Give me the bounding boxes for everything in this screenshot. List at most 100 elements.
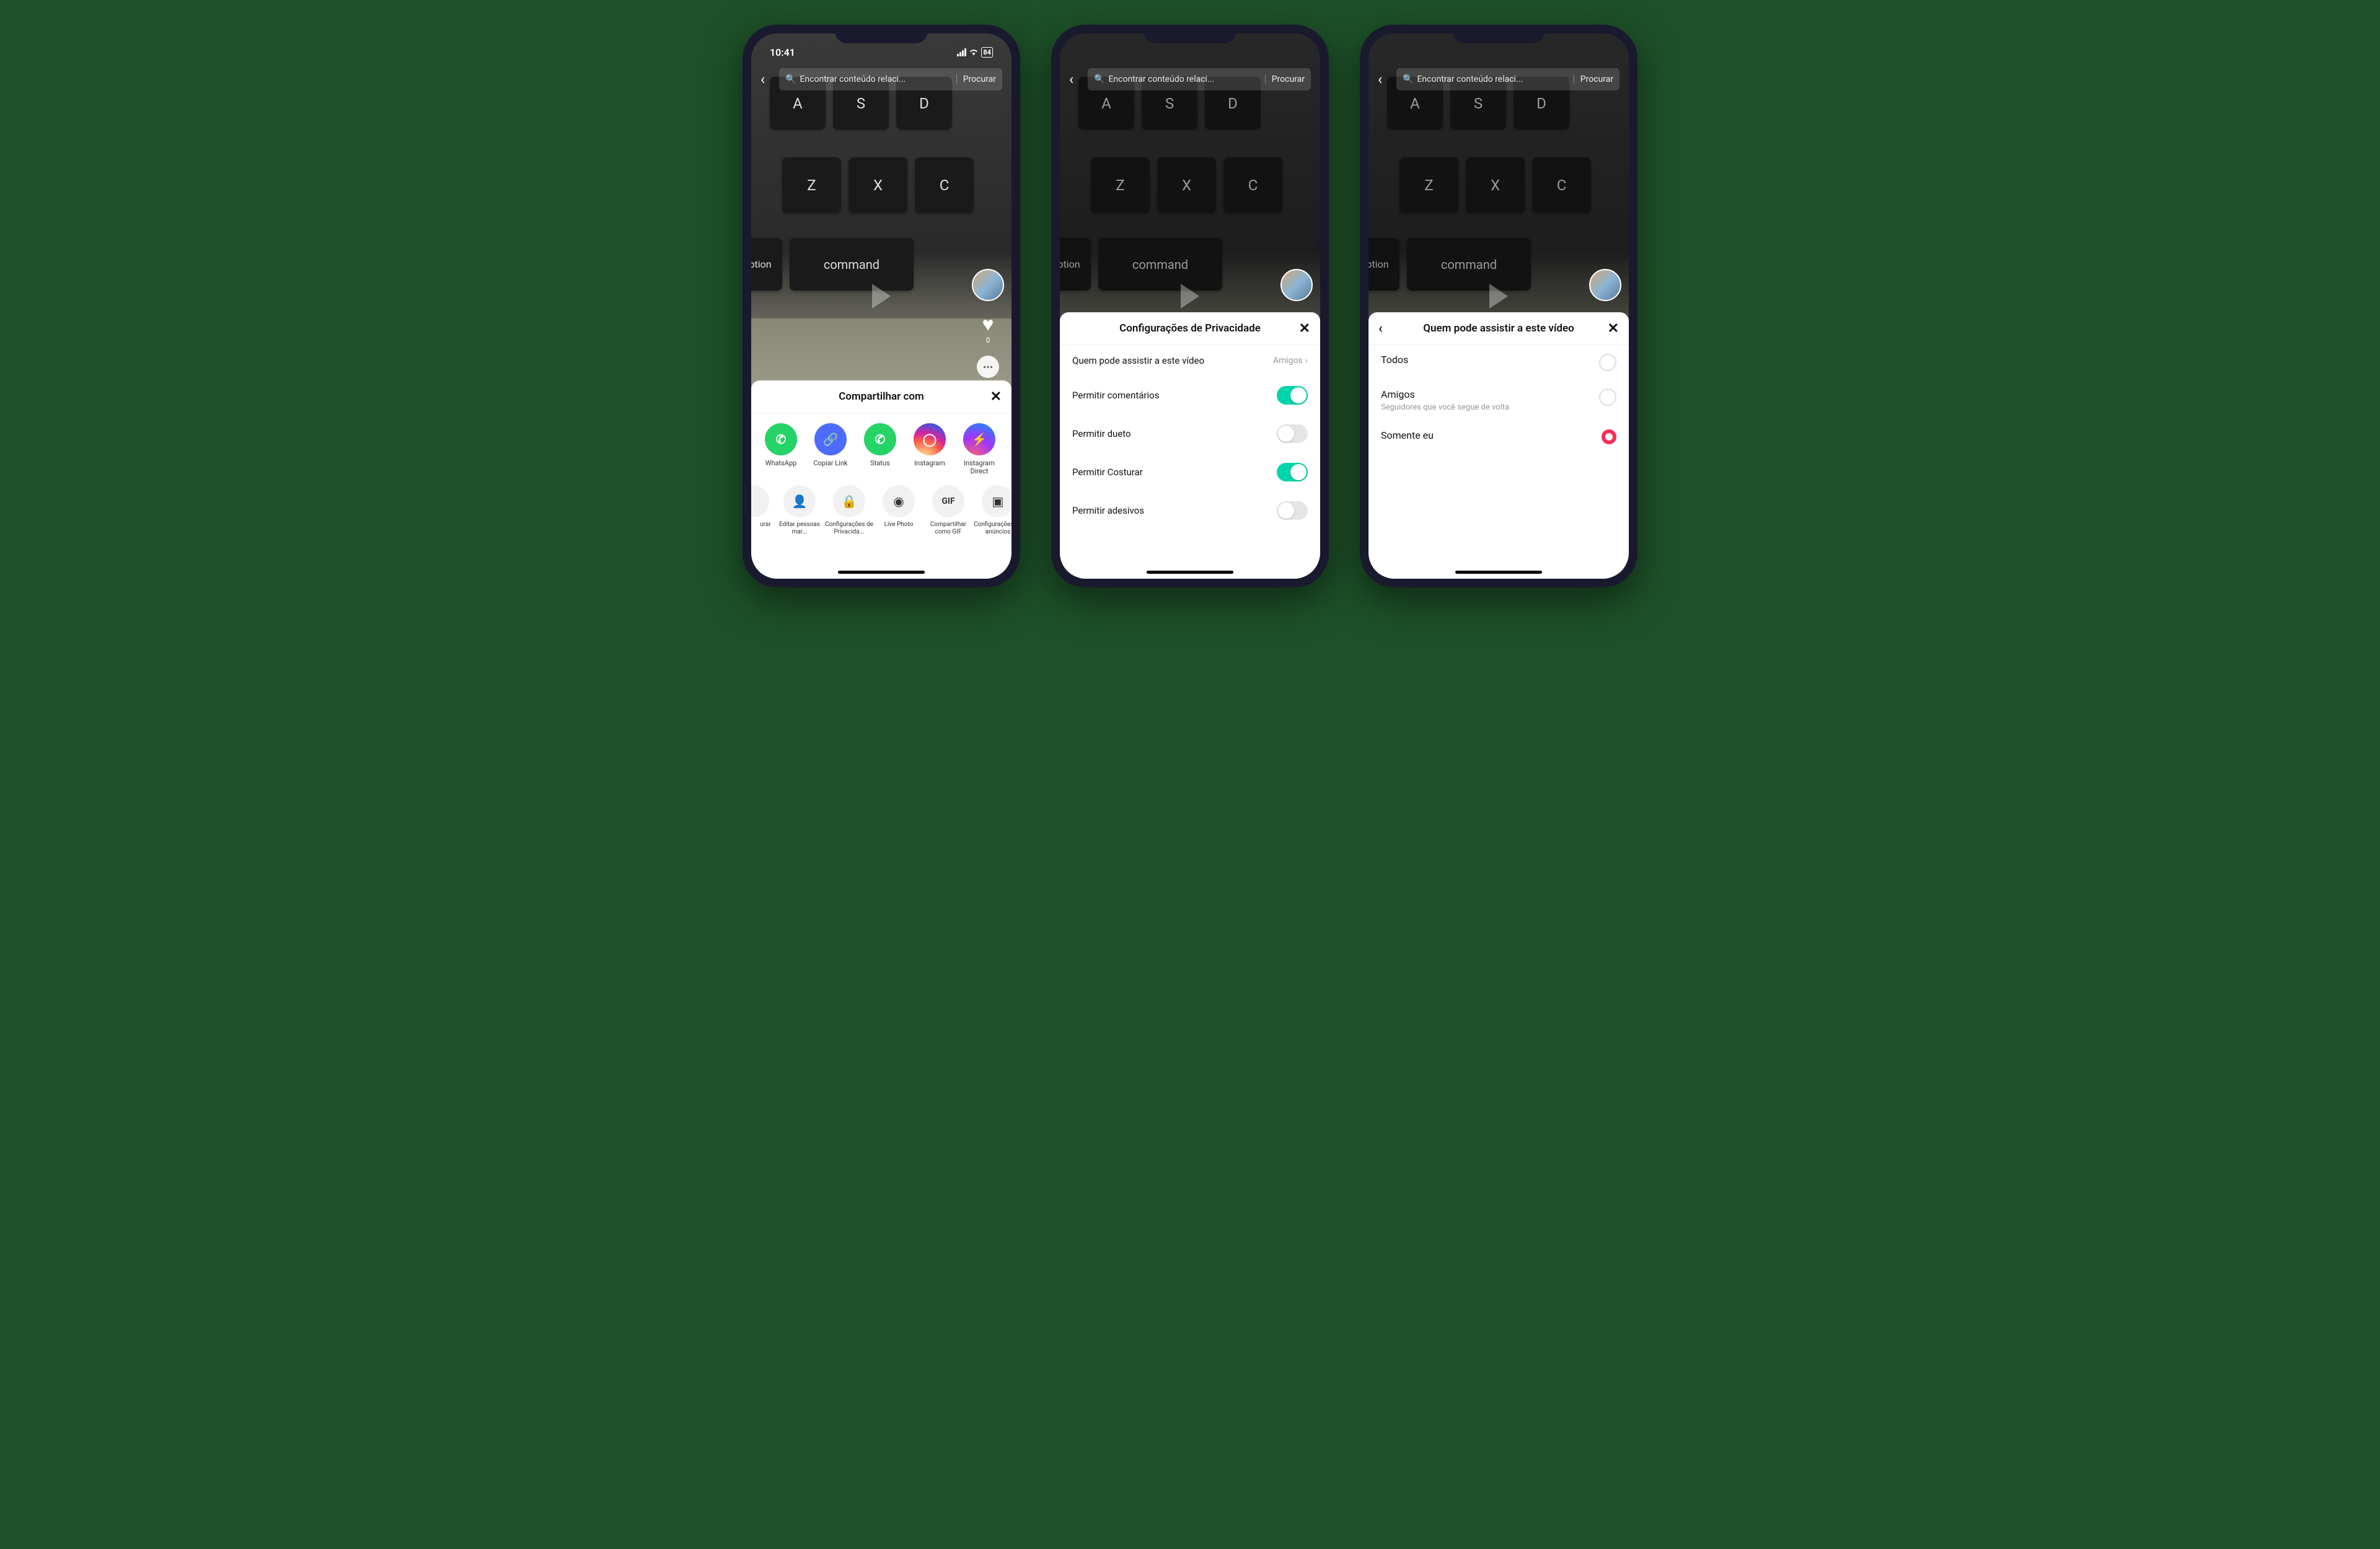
notch: [1452, 25, 1545, 43]
action-partial[interactable]: urar: [756, 485, 775, 536]
notch: [1144, 25, 1236, 43]
avatar[interactable]: [1280, 269, 1313, 301]
play-icon[interactable]: [1181, 284, 1199, 309]
notch: [835, 25, 928, 43]
phone-frame-1: A S D Z X C option command 10:41 84: [743, 25, 1020, 587]
share-whatsapp[interactable]: ✆ WhatsApp: [756, 423, 806, 475]
play-icon[interactable]: [872, 284, 891, 309]
comment-icon: •••: [977, 356, 999, 378]
top-search-bar: ‹ 🔍 Encontrar conteúdo relaci... Procura…: [760, 68, 1002, 91]
audience-sheet-title: Quem pode assistir a este vídeo: [1423, 322, 1574, 335]
avatar[interactable]: [972, 269, 1004, 301]
status-icon: ✆: [864, 423, 896, 455]
top-search-bar: ‹ 🔍 Encontrar conteúdo relaci... Procura…: [1069, 68, 1311, 91]
side-action-bar: [1589, 269, 1621, 301]
wifi-icon: [969, 48, 979, 56]
close-icon[interactable]: ✕: [1299, 321, 1310, 336]
instagram-icon: ◯: [914, 423, 946, 455]
audience-sheet-header: ‹ Quem pode assistir a este vídeo ✕: [1368, 312, 1629, 345]
audience-sheet: ‹ Quem pode assistir a este vídeo ✕ Todo…: [1368, 312, 1629, 579]
setting-allow-comments: Permitir comentários: [1060, 376, 1320, 415]
radio-friends[interactable]: [1599, 388, 1616, 406]
phone-frame-3: A S D Z X C option command ‹ 🔍 Encontrar…: [1360, 25, 1637, 587]
like-button[interactable]: ♥ 0: [977, 312, 999, 344]
radio-only-me[interactable]: [1602, 429, 1616, 444]
action-live-photo[interactable]: ◉ Live Photo: [874, 485, 923, 536]
radio-everyone[interactable]: [1599, 354, 1616, 371]
close-icon[interactable]: ✕: [1608, 321, 1619, 336]
setting-who-can-watch[interactable]: Quem pode assistir a este vídeo Amigos ›: [1060, 345, 1320, 376]
edit-person-icon: 👤: [783, 485, 816, 517]
share-sheet-title: Compartilhar com: [839, 390, 924, 403]
avatar[interactable]: [1589, 269, 1621, 301]
action-privacy-settings[interactable]: 🔒 Configurações de Privacida...: [824, 485, 874, 536]
back-icon[interactable]: ‹: [1069, 71, 1082, 88]
heart-icon: ♥: [977, 312, 999, 335]
toggle-comments[interactable]: [1277, 386, 1308, 405]
play-icon[interactable]: [1489, 284, 1508, 309]
setting-allow-stickers: Permitir adesivos: [1060, 491, 1320, 530]
privacy-sheet: Configurações de Privacidade ✕ Quem pode…: [1060, 312, 1320, 579]
setting-allow-duet: Permitir dueto: [1060, 415, 1320, 453]
share-telegram[interactable]: ➤ Tele: [1004, 423, 1011, 475]
chevron-right-icon: ›: [1305, 356, 1308, 366]
key-z: Z: [782, 157, 841, 213]
share-instagram-direct[interactable]: ⚡ Instagram Direct: [954, 423, 1004, 475]
battery-icon: 84: [981, 47, 993, 58]
home-indicator[interactable]: [1147, 571, 1233, 574]
share-sheet-header: Compartilhar com ✕: [751, 380, 1011, 413]
option-everyone[interactable]: Todos: [1368, 345, 1629, 380]
privacy-sheet-title: Configurações de Privacidade: [1119, 322, 1261, 335]
home-indicator[interactable]: [1455, 571, 1542, 574]
share-status[interactable]: ✆ Status: [855, 423, 905, 475]
lock-icon: 🔒: [833, 485, 865, 517]
privacy-sheet-header: Configurações de Privacidade ✕: [1060, 312, 1320, 345]
messenger-icon: ⚡: [963, 423, 995, 455]
action-edit-tagged[interactable]: 👤 Editar pessoas mar...: [775, 485, 824, 536]
whatsapp-icon: ✆: [765, 423, 797, 455]
search-icon: 🔍: [1403, 74, 1413, 84]
search-placeholder: Encontrar conteúdo relaci...: [800, 74, 906, 84]
share-instagram[interactable]: ◯ Instagram: [905, 423, 954, 475]
signal-icon: [957, 48, 966, 56]
option-only-me[interactable]: Somente eu: [1368, 421, 1629, 453]
top-search-bar: ‹ 🔍 Encontrar conteúdo relaci... Procura…: [1378, 68, 1620, 91]
side-action-bar: [1280, 269, 1313, 301]
phone-frame-2: A S D Z X C option command ‹ 🔍 Encontrar…: [1051, 25, 1329, 587]
live-photo-icon: ◉: [883, 485, 915, 517]
key-option: option: [751, 238, 782, 291]
toggle-stickers[interactable]: [1277, 501, 1308, 520]
search-input[interactable]: 🔍 Encontrar conteúdo relaci... Procurar: [779, 68, 1002, 90]
screen-1: A S D Z X C option command 10:41 84: [751, 33, 1011, 579]
side-action-bar: ♥ 0 ••• 0: [972, 269, 1004, 388]
screen-2: A S D Z X C option command ‹ 🔍 Encontrar…: [1060, 33, 1320, 579]
share-targets-row[interactable]: ✆ WhatsApp 🔗 Copiar Link ✆ Status ◯ Inst…: [751, 413, 1011, 480]
status-time: 10:41: [770, 46, 795, 58]
home-indicator[interactable]: [838, 571, 925, 574]
link-icon: 🔗: [814, 423, 847, 455]
back-icon[interactable]: ‹: [1378, 321, 1383, 336]
search-input[interactable]: 🔍 Encontrar conteúdo relaci... Procurar: [1396, 68, 1620, 90]
toggle-stitch[interactable]: [1277, 463, 1308, 481]
back-icon[interactable]: ‹: [760, 71, 773, 88]
key-command: command: [790, 238, 914, 291]
setting-value: Amigos ›: [1273, 356, 1308, 366]
search-icon: 🔍: [785, 74, 796, 84]
option-friends[interactable]: Amigos Seguidores que você segue de volt…: [1368, 380, 1629, 421]
action-share-gif[interactable]: GIF Compartilhar como GIF: [923, 485, 973, 536]
back-icon[interactable]: ‹: [1378, 71, 1390, 88]
share-copy-link[interactable]: 🔗 Copiar Link: [806, 423, 855, 475]
search-icon: 🔍: [1094, 74, 1104, 84]
key-x: X: [848, 157, 907, 213]
status-bar: 10:41 84: [751, 40, 1011, 64]
search-input[interactable]: 🔍 Encontrar conteúdo relaci... Procurar: [1088, 68, 1311, 90]
share-actions-row[interactable]: urar 👤 Editar pessoas mar... 🔒 Configura…: [751, 480, 1011, 538]
share-sheet: Compartilhar com ✕ ✆ WhatsApp 🔗 Copiar L…: [751, 380, 1011, 579]
ad-settings-icon: ▣: [982, 485, 1011, 517]
close-icon[interactable]: ✕: [990, 389, 1002, 405]
action-ad-settings[interactable]: ▣ Configurações de anúncios: [973, 485, 1011, 536]
gif-icon: GIF: [932, 485, 964, 517]
search-cta[interactable]: Procurar: [956, 74, 996, 84]
toggle-duet[interactable]: [1277, 424, 1308, 443]
screen-3: A S D Z X C option command ‹ 🔍 Encontrar…: [1368, 33, 1629, 579]
